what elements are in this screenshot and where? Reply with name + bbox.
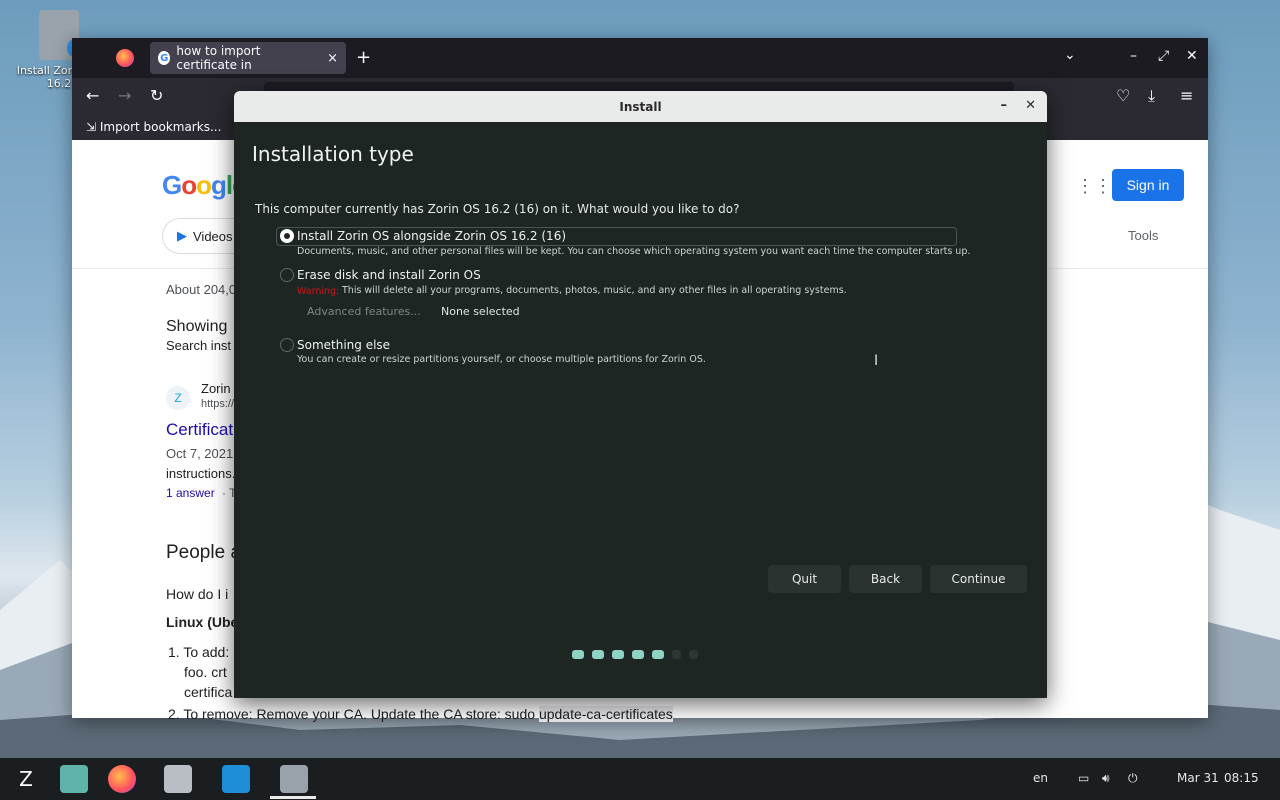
workspaces-icon[interactable] (60, 765, 88, 793)
minimize-icon[interactable]: – (1130, 48, 1137, 64)
back-button[interactable]: Back (849, 565, 922, 593)
continue-button[interactable]: Continue (930, 565, 1027, 593)
dialog-titlebar: Install – ✕ (234, 91, 1047, 122)
radio-install-alongside[interactable] (280, 229, 294, 243)
result-snippet: instructions. (166, 466, 236, 481)
option-erase-disk-desc: This will delete all your programs, docu… (342, 285, 847, 296)
downloads-icon[interactable]: ⤓ (1148, 86, 1155, 106)
forward-icon[interactable]: → (118, 86, 131, 105)
close-window-icon[interactable]: ✕ (1186, 48, 1198, 64)
dialog-close-icon[interactable]: ✕ (1025, 98, 1036, 113)
paa-question[interactable]: How do I i (166, 586, 228, 602)
progress-dot (689, 650, 698, 659)
paa-step2-text: 2. To remove: Remove your CA. Update the… (168, 706, 539, 722)
reload-icon[interactable]: ↻ (150, 86, 163, 105)
taskbar: Z en ▭ 🔊︎ ⏻ Mar 31 08:15 (0, 758, 1280, 800)
progress-dot (632, 650, 644, 659)
tab-close-icon[interactable]: × (327, 51, 338, 66)
option-something-else-label[interactable]: Something else (297, 338, 390, 352)
progress-dot (612, 650, 624, 659)
progress-dot (572, 650, 584, 659)
video-icon: ▶ (177, 228, 187, 243)
radio-something-else[interactable] (280, 338, 294, 352)
zorin-favicon-icon: Z (166, 386, 190, 410)
new-tab-button[interactable]: + (356, 47, 371, 68)
menu-icon[interactable]: ≡ (1180, 86, 1193, 105)
paa-step2-highlight: update-ca-certificates (538, 706, 673, 722)
maximize-icon[interactable]: ⤢ (1158, 48, 1169, 64)
option-install-alongside-label[interactable]: Install Zorin OS alongside Zorin OS 16.2… (297, 229, 566, 243)
search-instead[interactable]: Search inst (166, 338, 231, 353)
list-tabs-icon[interactable]: ⌄ (1064, 47, 1076, 63)
radio-erase-disk[interactable] (280, 268, 294, 282)
option-erase-disk-label[interactable]: Erase disk and install Zorin OS (297, 268, 481, 282)
zorin-menu-icon[interactable]: Z (12, 765, 40, 793)
paa-step1-c: certifica (184, 684, 233, 700)
paa-step1: 1. To add: (168, 644, 230, 660)
advanced-features-value: None selected (441, 305, 520, 318)
language-indicator[interactable]: en (1033, 771, 1048, 785)
power-icon[interactable]: ⏻ (1128, 771, 1138, 786)
progress-dots (572, 650, 698, 659)
showing-results: Showing (166, 318, 228, 335)
clock-date[interactable]: Mar 31 (1177, 771, 1219, 785)
display-icon[interactable]: ▭ (1078, 771, 1089, 785)
installer-taskbar-icon[interactable] (280, 765, 308, 793)
clock-time[interactable]: 08:15 (1224, 771, 1259, 785)
erase-warning-label: Warning: (297, 286, 340, 297)
tools-button[interactable]: Tools (1128, 228, 1158, 243)
paa-linux-heading: Linux (Ube (166, 614, 239, 630)
software-store-icon[interactable] (222, 765, 250, 793)
progress-dot (652, 650, 664, 659)
tab-bar: G how to import certificate in × + ⌄ – ⤢… (72, 38, 1208, 78)
tab-title: how to import certificate in (176, 44, 261, 72)
dialog-minimize-icon[interactable]: – (1001, 98, 1008, 113)
paa-step2: 2. To remove: Remove your CA. Update the… (168, 706, 673, 722)
import-bookmarks-label: Import bookmarks... (99, 120, 222, 134)
pocket-icon[interactable]: ♡ (1116, 86, 1130, 105)
option-install-alongside-desc: Documents, music, and other personal fil… (297, 246, 971, 257)
advanced-features-button[interactable]: Advanced features... (307, 305, 421, 318)
firefox-icon[interactable] (116, 49, 134, 67)
videos-label: Videos (193, 228, 233, 244)
google-favicon-icon: G (158, 51, 171, 65)
quit-button[interactable]: Quit (768, 565, 841, 593)
install-question: This computer currently has Zorin OS 16.… (255, 202, 740, 216)
active-window-indicator (270, 796, 316, 799)
firefox-taskbar-icon[interactable] (108, 765, 136, 793)
page-title: Installation type (252, 142, 414, 166)
dialog-title: Install (619, 99, 662, 114)
tab-google-search[interactable]: G how to import certificate in × (150, 42, 346, 74)
answers-link[interactable]: 1 answer (166, 486, 215, 500)
files-icon[interactable] (164, 765, 192, 793)
volume-icon[interactable]: 🔊︎ (1102, 771, 1110, 786)
result-site-name[interactable]: Zorin (201, 381, 231, 396)
results-count: About 204,0 (166, 282, 237, 297)
paa-step1-b: foo. crt (184, 664, 227, 680)
sign-in-button[interactable]: Sign in (1112, 169, 1184, 201)
progress-dot (592, 650, 604, 659)
result-title-link[interactable]: Certificat (166, 420, 233, 440)
import-bookmarks-link[interactable]: ⇲ Import bookmarks... (86, 120, 221, 134)
progress-dot (672, 650, 681, 659)
back-icon[interactable]: ← (86, 86, 99, 105)
installer-dialog: Install – ✕ Installation type This compu… (234, 91, 1047, 698)
people-also-ask-heading: People a (166, 542, 242, 563)
text-cursor-icon: I (874, 353, 879, 369)
option-something-else-desc: You can create or resize partitions your… (297, 354, 706, 365)
result-site-url[interactable]: https:// (201, 398, 234, 410)
result-date: Oct 7, 2021 (166, 446, 234, 461)
